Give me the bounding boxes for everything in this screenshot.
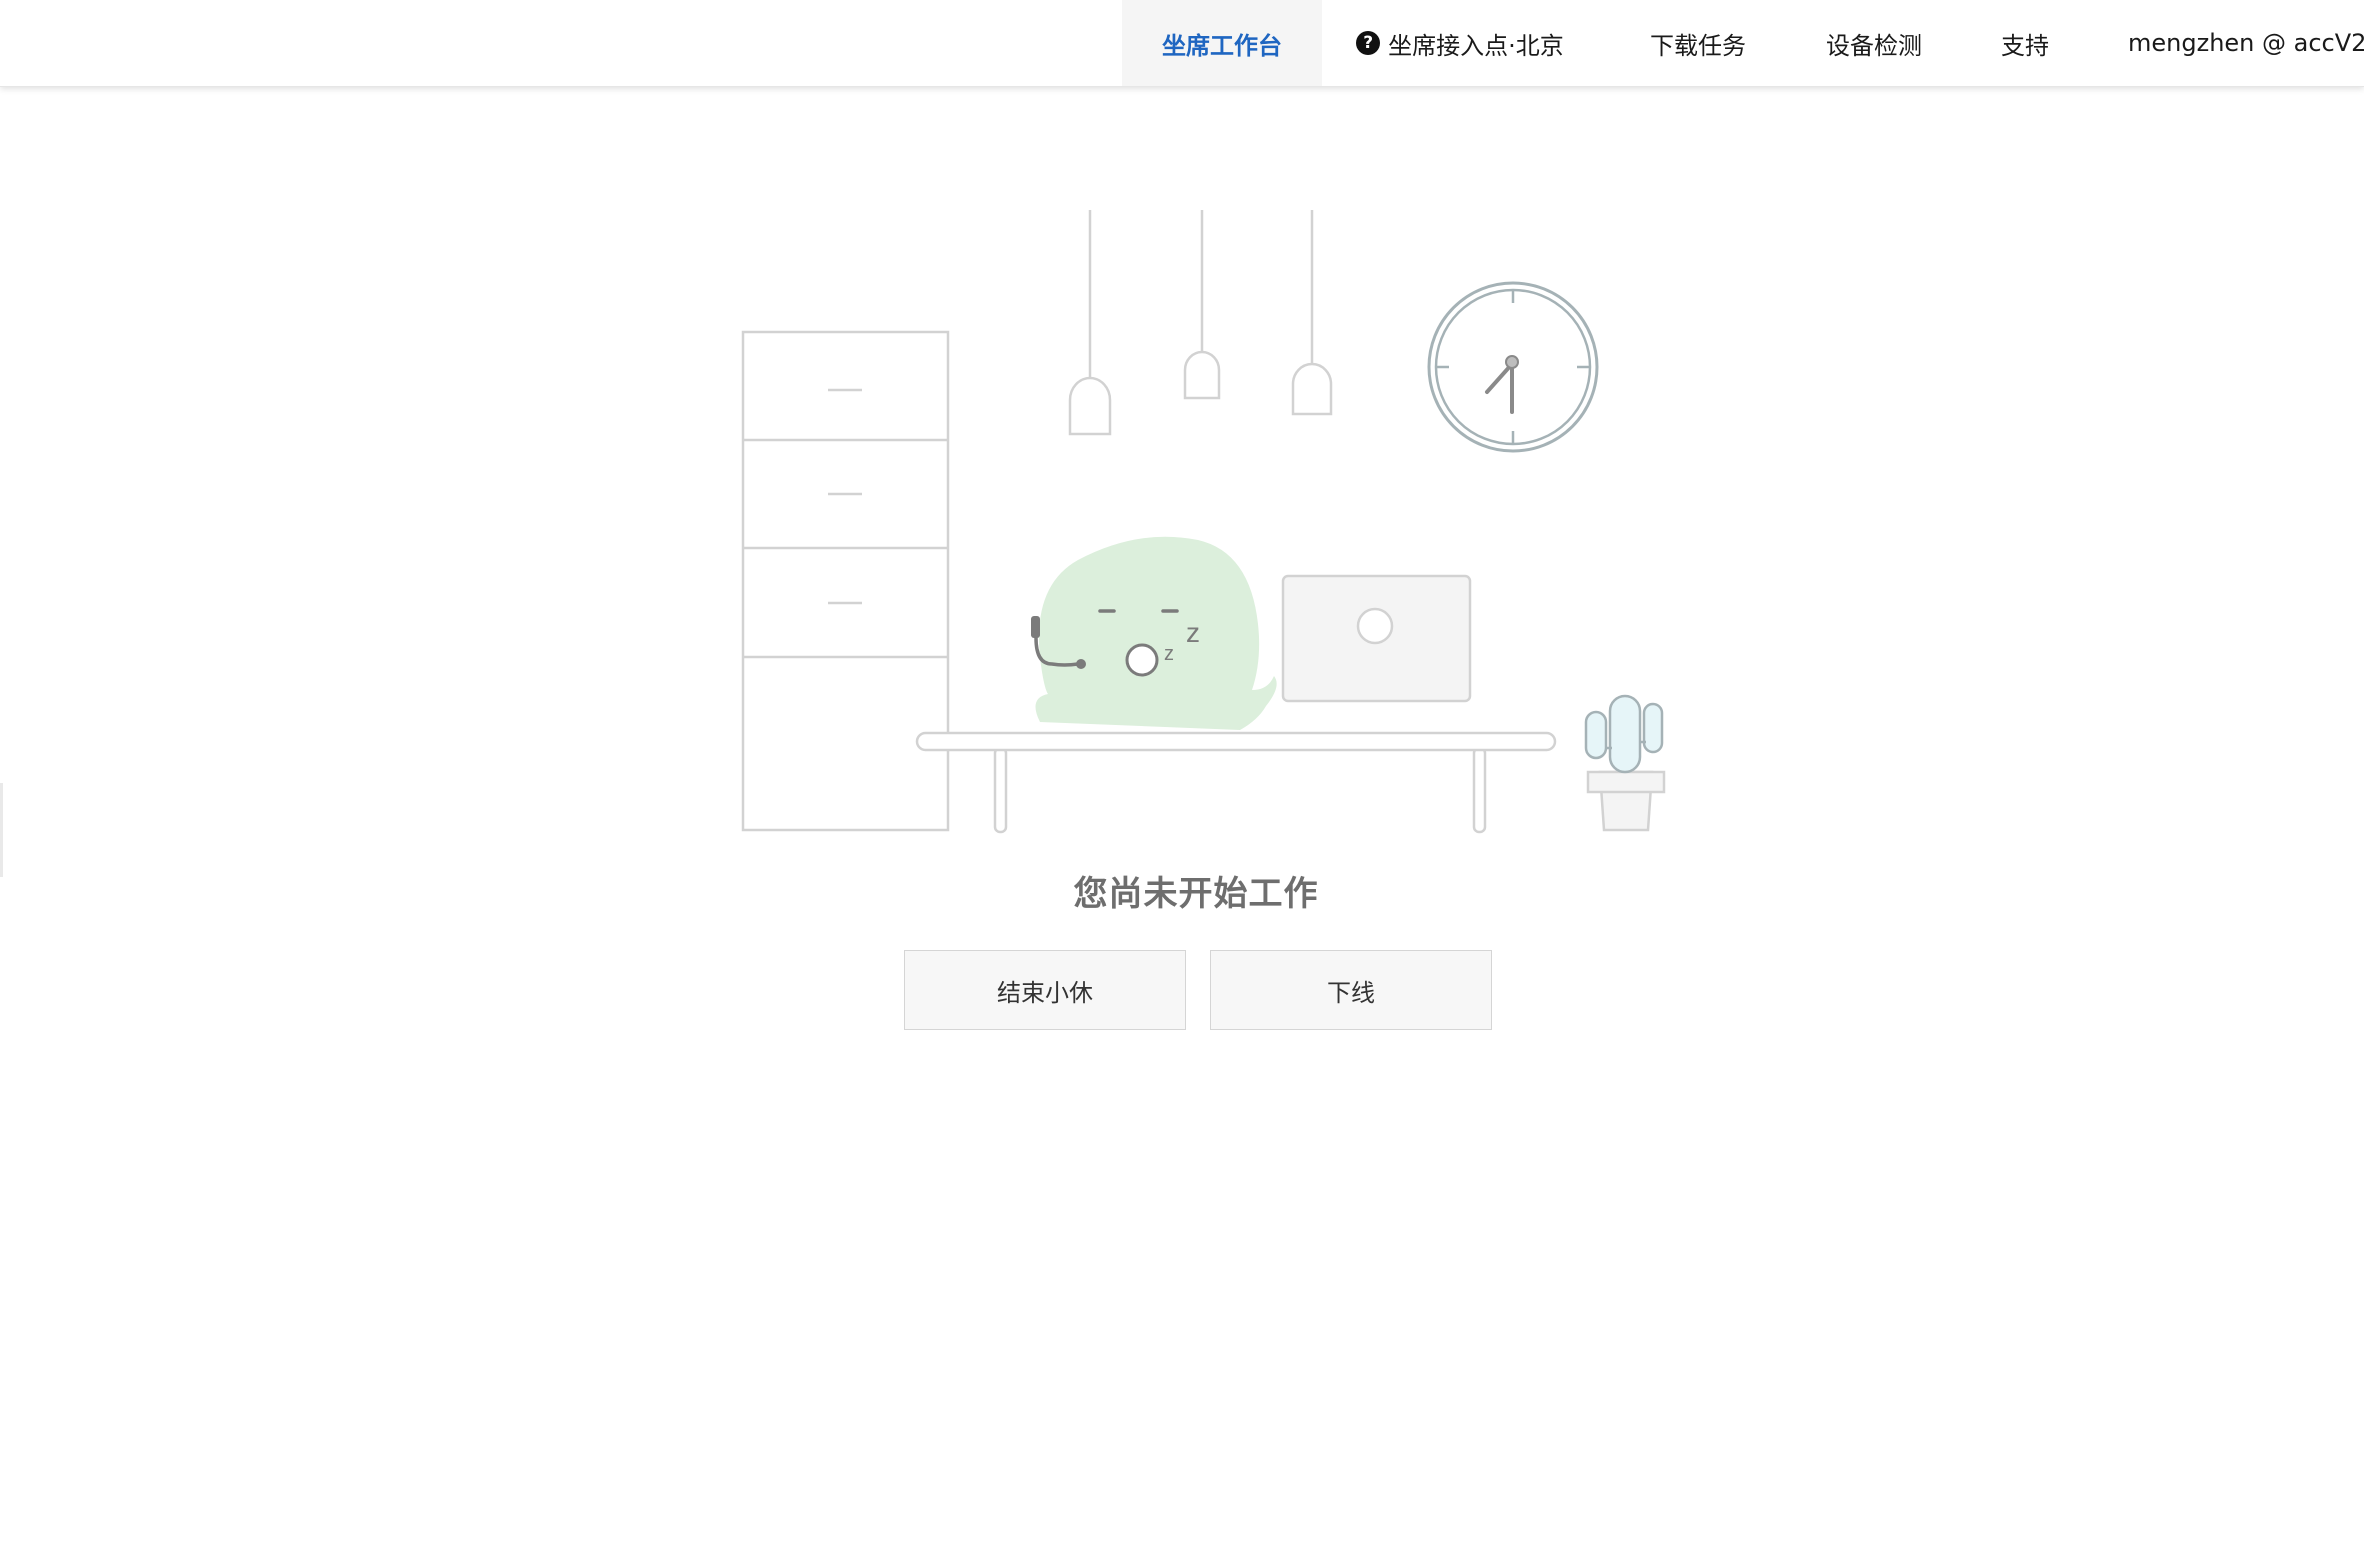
work-status-message: 您尚未开始工作	[1073, 874, 1319, 914]
end-break-button[interactable]: 结束小休	[904, 950, 1186, 1030]
svg-text:z: z	[1186, 617, 1200, 648]
monitor-icon	[1281, 574, 1472, 703]
tab-agent-workbench-label: 坐席工作台	[1162, 31, 1282, 60]
tab-download-tasks-label: 下载任务	[1650, 31, 1746, 60]
help-icon[interactable]: ?	[1356, 31, 1381, 55]
access-point-label: 坐席接入点·北京	[1388, 31, 1564, 60]
access-point-selector[interactable]: ? 坐席接入点·北京	[1340, 0, 1580, 86]
pendant-lamps	[1068, 210, 1333, 436]
user-account-menu[interactable]: mengzhen @ accV2	[2110, 0, 2364, 86]
tab-support-label: 支持	[2001, 31, 2049, 60]
filing-cabinet	[741, 330, 950, 832]
go-offline-button[interactable]: 下线	[1210, 950, 1492, 1030]
top-nav-bar: 坐席工作台 ? 坐席接入点·北京 下载任务 设备检测 支持 mengzhen @…	[0, 0, 2364, 87]
tab-device-check-label: 设备检测	[1826, 31, 1922, 60]
tab-support[interactable]: 支持	[1984, 0, 2066, 86]
desk	[915, 731, 1557, 834]
tab-device-check[interactable]: 设备检测	[1804, 0, 1944, 86]
idle-illustration: z z	[741, 210, 1666, 834]
wall-clock-icon	[1427, 281, 1599, 453]
sleeping-agent-character: z z	[1031, 536, 1277, 730]
svg-text:z: z	[1164, 643, 1174, 665]
tab-agent-workbench[interactable]: 坐席工作台	[1122, 0, 1322, 86]
tab-download-tasks[interactable]: 下载任务	[1628, 0, 1768, 86]
user-account-label: mengzhen @ accV2	[2128, 29, 2364, 57]
cactus-plant-icon	[1584, 694, 1666, 832]
